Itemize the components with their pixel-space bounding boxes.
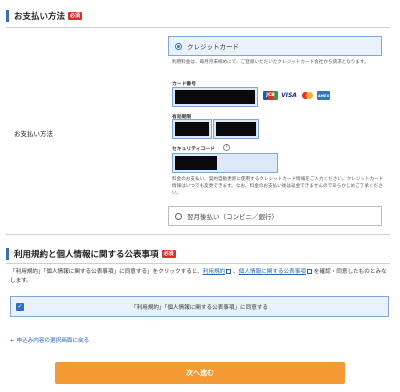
required-badge: 必須 [161, 250, 176, 258]
back-link[interactable]: ← 申込み内容の選択画面に戻る [10, 336, 89, 344]
privacy-link[interactable]: 個人情報に関する公表事項 [239, 269, 306, 275]
amex-logo-icon: AMEX [317, 91, 330, 100]
credit-card-option-label: クレジットカード [187, 43, 239, 51]
divider [6, 263, 390, 264]
external-link-icon [306, 269, 312, 274]
divider [6, 234, 390, 235]
security-code-label: セキュリティコード [172, 147, 215, 152]
checkbox-checked-icon[interactable]: ✓ [16, 303, 24, 311]
agree-label: 「利用規約」「個人情報に関する公表事項」に同意する [130, 304, 269, 311]
consent-text-before: 「利用規約」「個人情報に関する公表事項」に同意する」をクリックすると、 [10, 269, 203, 275]
redaction-mask [175, 122, 209, 136]
jcb-logo-icon: JCB [263, 91, 278, 100]
billing-note: 利用料金は、毎月月末締めにて、ご登録いただいたクレジットカード会社から請求となり… [172, 60, 369, 65]
card-brand-logos: JCB VISA AMEX [263, 91, 330, 100]
card-info-note: 料金のお支払い、契約自動更新に使用するクレジットカード情報をご入力ください。クレ… [172, 177, 384, 196]
postpay-option-label: 翌月後払い（コンビニ／銀行） [187, 213, 278, 221]
card-number-label: カード番号 [172, 82, 196, 87]
terms-link[interactable]: 利用規約 [203, 269, 225, 275]
help-icon[interactable]: ? [223, 144, 230, 151]
card-number-input[interactable] [172, 87, 258, 107]
consent-description: 「利用規約」「個人情報に関する公表事項」に同意する」をクリックすると、利用規約、… [10, 268, 392, 286]
payment-section-header: お支払い方法 必須 [6, 10, 83, 22]
radio-unselected-icon[interactable] [175, 212, 182, 220]
payment-method-row-label: お支払い方法 [14, 130, 53, 138]
external-link-icon [226, 269, 232, 274]
visa-logo-icon: VISA [281, 92, 297, 99]
security-code-input[interactable] [172, 153, 278, 173]
expiry-year-input[interactable] [213, 119, 259, 139]
redaction-mask [175, 156, 217, 170]
postpay-option[interactable]: 翌月後払い（コンビニ／銀行） [168, 206, 382, 226]
credit-card-option[interactable]: クレジットカード [168, 36, 382, 56]
mastercard-logo-icon [300, 91, 315, 100]
expiry-month-input[interactable] [172, 119, 212, 139]
redaction-mask [216, 122, 256, 136]
terms-section-header: 利用規約と個人情報に関する公表事項 必須 [6, 248, 176, 260]
redaction-mask [175, 90, 255, 104]
agree-checkbox-row[interactable]: ✓ 「利用規約」「個人情報に関する公表事項」に同意する [10, 296, 389, 317]
divider [6, 27, 390, 28]
next-button[interactable]: 次へ進む [55, 362, 345, 384]
payment-section-title: お支払い方法 [14, 12, 66, 22]
terms-section-title: 利用規約と個人情報に関する公表事項 [14, 250, 159, 260]
radio-selected-icon[interactable] [175, 42, 182, 50]
required-badge: 必須 [68, 12, 83, 20]
